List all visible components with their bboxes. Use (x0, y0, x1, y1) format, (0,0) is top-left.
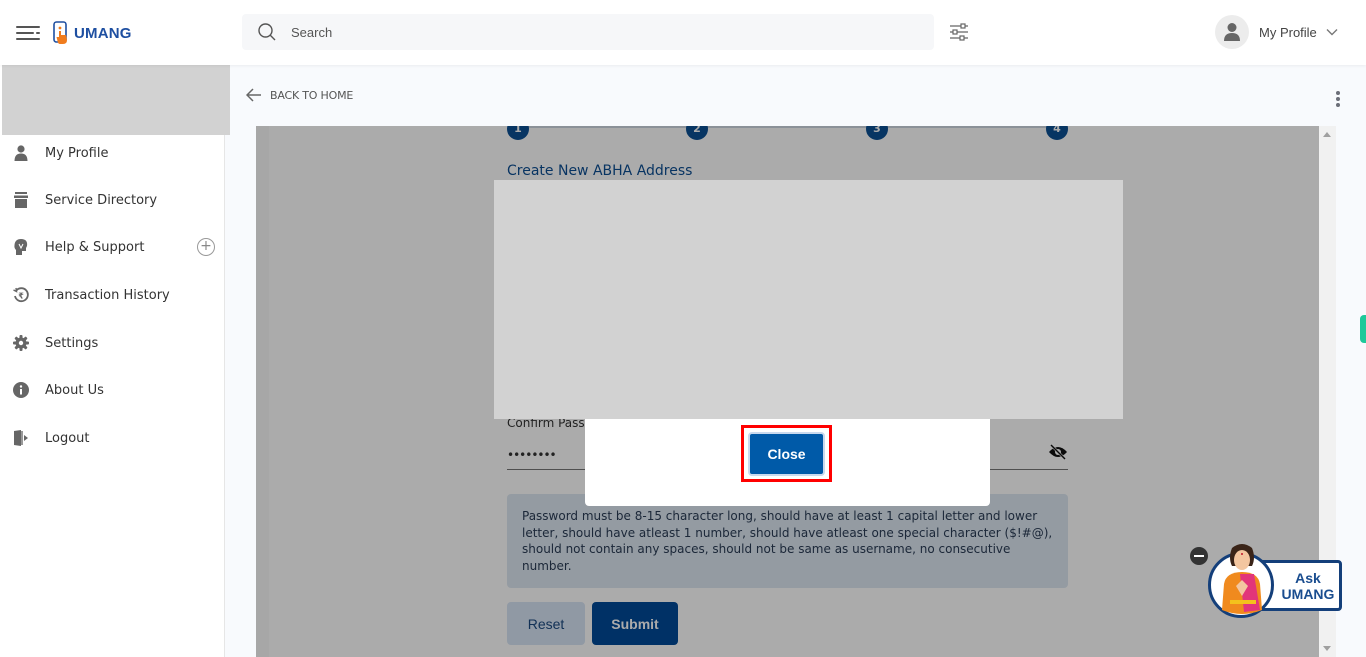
sidebar-item-label: Service Directory (45, 192, 158, 208)
scroll-up-arrow-icon[interactable] (1323, 132, 1331, 137)
sidebar: My Profile Service Directory Help & Supp… (0, 58, 230, 657)
sidebar-banner-placeholder (2, 58, 230, 135)
support-icon (12, 238, 30, 256)
avatar (1215, 15, 1249, 49)
sidebar-item-logout[interactable]: Logout (0, 423, 225, 453)
profile-label: My Profile (1259, 24, 1317, 40)
archive-icon (12, 191, 30, 209)
sidebar-item-my-profile[interactable]: My Profile (0, 138, 225, 168)
close-button[interactable]: Close (748, 432, 825, 476)
ask-umang-widget[interactable]: Ask UMANG (1190, 540, 1346, 622)
sidebar-item-label: Help & Support (45, 239, 145, 255)
scroll-down-arrow-icon[interactable] (1323, 646, 1331, 651)
sidebar-item-about-us[interactable]: About Us (0, 375, 225, 405)
backdrop-edge (256, 126, 269, 657)
search-bar (242, 14, 934, 50)
rupee-history-icon: ₹ (12, 286, 30, 304)
logout-icon (12, 429, 30, 447)
minimize-icon[interactable] (1190, 547, 1208, 565)
expand-plus-icon[interactable]: + (197, 238, 215, 256)
more-options-icon[interactable] (1334, 91, 1342, 109)
search-icon (258, 23, 276, 41)
sidebar-item-label: Logout (45, 430, 90, 446)
sidebar-item-help-support[interactable]: Help & Support + (0, 232, 225, 262)
hamburger-menu-icon[interactable] (16, 25, 40, 41)
ask-label-line1: Ask (1295, 570, 1321, 586)
sidebar-item-transaction-history[interactable]: ₹ Transaction History (0, 280, 225, 310)
sidebar-item-label: My Profile (45, 145, 109, 161)
ask-umang-label: Ask UMANG (1274, 570, 1342, 602)
back-to-home-label: BACK TO HOME (270, 88, 354, 102)
sliders-icon[interactable] (949, 22, 969, 42)
dialog-image-placeholder (494, 180, 1123, 419)
sidebar-item-label: Settings (45, 335, 99, 351)
profile-menu[interactable]: My Profile (1215, 15, 1339, 49)
sidebar-item-settings[interactable]: Settings (0, 328, 225, 358)
assistant-avatar-icon (1222, 544, 1262, 614)
svg-text:₹: ₹ (18, 292, 24, 301)
sidebar-item-label: About Us (45, 382, 104, 398)
user-icon (1224, 23, 1240, 41)
search-input[interactable] (291, 24, 891, 40)
sidebar-item-label: Transaction History (45, 287, 170, 303)
sidebar-item-service-directory[interactable]: Service Directory (0, 185, 225, 215)
arrow-left-icon (246, 88, 261, 102)
back-to-home-link[interactable]: BACK TO HOME (246, 88, 353, 102)
user-icon (12, 144, 30, 162)
umang-logo[interactable]: UMANG (53, 20, 132, 46)
chevron-down-icon (1326, 29, 1338, 36)
info-icon (12, 381, 30, 399)
top-header: UMANG My Profile (0, 0, 1366, 65)
gear-icon (12, 334, 30, 352)
feedback-side-tab[interactable] (1360, 315, 1366, 343)
brand-name: UMANG (74, 24, 132, 42)
ask-label-line2: UMANG (1281, 586, 1335, 602)
umang-logo-icon (53, 21, 67, 44)
